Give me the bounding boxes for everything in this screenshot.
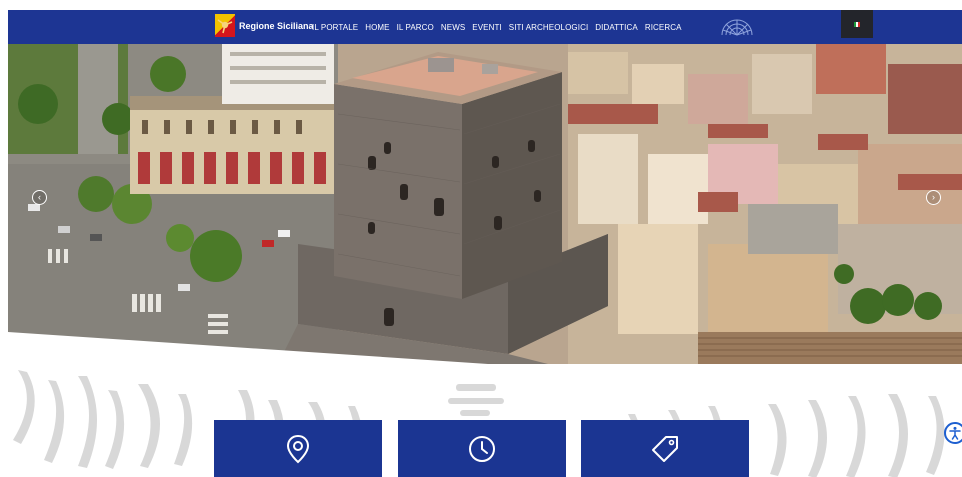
nav-home[interactable]: HOME [365,23,389,32]
nav-il-portale[interactable]: IL PORTALE [312,23,358,32]
main-nav: IL PORTALE HOME IL PARCO NEWS EVENTI SIT… [312,10,682,44]
top-navigation-bar: Regione Siciliana IL PORTALE HOME IL PAR… [8,10,962,44]
accessibility-button[interactable] [944,422,962,444]
chevron-left-icon: ‹ [38,192,41,202]
chevron-right-icon: › [932,192,935,202]
it-flag-icon [853,21,861,27]
language-selector[interactable] [841,10,873,38]
tag-icon [652,435,678,462]
nav-il-parco[interactable]: IL PARCO [397,23,434,32]
brand-name: Regione Siciliana [239,20,314,31]
nav-ricerca[interactable]: RICERCA [645,23,682,32]
clock-icon [469,435,495,462]
brand[interactable]: Regione Siciliana [215,14,314,37]
nav-siti-archeologici[interactable]: SITI ARCHEOLOGICI [509,23,589,32]
page-frame: Regione Siciliana IL PORTALE HOME IL PAR… [8,10,962,477]
nav-didattica[interactable]: DIDATTICA [595,23,638,32]
card-location[interactable] [214,420,382,477]
card-tickets[interactable] [581,420,749,477]
nav-news[interactable]: NEWS [441,23,465,32]
accessibility-icon [949,426,961,440]
location-pin-icon [286,434,310,463]
card-hours[interactable] [398,420,566,477]
nav-eventi[interactable]: EVENTI [472,23,502,32]
carousel-next-button[interactable]: › [926,190,941,205]
fan-logo-icon [721,19,753,36]
regione-siciliana-logo [215,14,235,37]
carousel-prev-button[interactable]: ‹ [32,190,47,205]
